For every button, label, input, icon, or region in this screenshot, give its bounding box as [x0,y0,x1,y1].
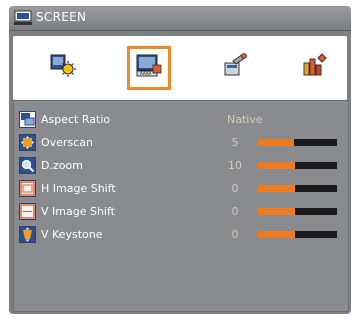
options-icon [301,51,329,83]
overscan-slider-fill [258,139,294,146]
menu-item-label: V Keystone [41,228,103,241]
dzoom-icon [19,157,36,174]
h-image-shift-slider-fill [258,185,296,192]
menu-item-label: V Image Shift [41,205,115,218]
aspect-ratio-icon [19,111,36,128]
overscan-value: 5 [231,136,239,149]
image-settings-icon [49,51,77,83]
menu-item-overscan[interactable]: Overscan 5 [14,131,348,155]
menu-item-h-image-shift[interactable]: H Image Shift 0 [14,177,348,201]
h-image-shift-value: 0 [231,182,239,195]
window-title: SCREEN [36,10,87,24]
dzoom-value: 10 [228,159,242,172]
menu-item-label: D.zoom [41,159,83,172]
setting-icon [221,51,249,83]
menu-item-v-keystone[interactable]: V Keystone 0 [14,223,348,247]
screen-settings-icon: AAAA [135,52,163,84]
v-keystone-slider-fill [258,231,296,238]
svg-text:AAAA: AAAA [140,71,152,76]
aspect-ratio-value: Native [227,113,263,126]
tab-screen[interactable]: AAAA [127,46,171,90]
h-image-shift-icon [19,180,36,197]
screen-icon [14,10,32,25]
v-image-shift-value: 0 [231,205,239,218]
dzoom-slider-fill [258,162,296,169]
v-keystone-value: 0 [231,228,239,241]
v-image-shift-icon [19,203,36,220]
v-image-shift-slider-fill [258,208,296,215]
menu-item-v-image-shift[interactable]: V Image Shift 0 [14,200,348,224]
menu-item-label: Aspect Ratio [41,113,111,126]
overscan-slider[interactable] [258,139,337,146]
screen-osd-window: SCREEN AAAA Aspect Ratio Native Overscan… [9,6,351,314]
v-image-shift-slider[interactable] [258,208,337,215]
menu-item-aspect-ratio[interactable]: Aspect Ratio Native [14,108,348,132]
tab-setting[interactable] [214,46,256,88]
v-keystone-icon [19,226,36,243]
tab-image[interactable] [42,46,84,88]
menu-list: Aspect Ratio Native Overscan 5 D.zoom 10… [13,100,349,312]
menu-item-label: Overscan [41,136,93,149]
overscan-icon [19,134,36,151]
h-image-shift-slider[interactable] [258,185,337,192]
title-bar: SCREEN [9,6,351,31]
tab-panel: AAAA [13,36,347,100]
v-keystone-slider[interactable] [258,231,337,238]
dzoom-slider[interactable] [258,162,337,169]
menu-item-dzoom[interactable]: D.zoom 10 [14,154,348,178]
tab-options[interactable] [294,46,336,88]
menu-item-label: H Image Shift [41,182,116,195]
